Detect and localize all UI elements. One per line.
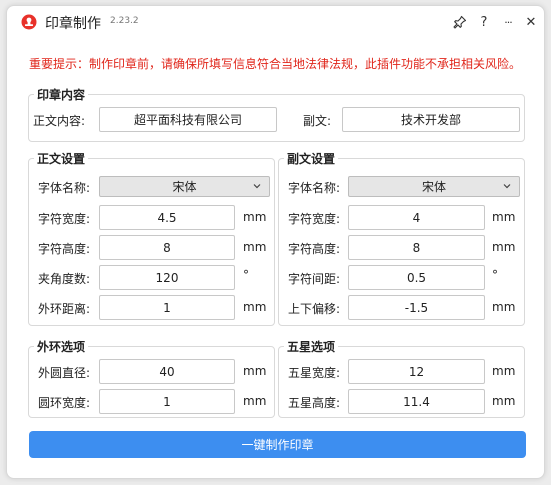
ring-diameter-unit: mm <box>243 364 267 378</box>
main-ring-distance-input[interactable] <box>99 295 235 320</box>
seal-content-title: 印章内容 <box>34 86 89 103</box>
sub-char-width-input[interactable] <box>348 205 485 230</box>
main-ring-distance-unit: mm <box>243 300 267 314</box>
title-bar: 印章制作 2.23.2 ? ··· ✕ <box>7 6 544 38</box>
ring-width-unit: mm <box>243 394 267 408</box>
sub-char-height-input[interactable] <box>348 235 485 260</box>
close-button[interactable]: ✕ <box>521 12 541 32</box>
sub-spacing-unit: ° <box>492 268 498 282</box>
star-options-title: 五星选项 <box>284 338 339 355</box>
ring-options-title: 外环选项 <box>34 338 89 355</box>
sub-offset-input[interactable] <box>348 295 485 320</box>
main-char-height-label: 字符高度: <box>38 242 91 256</box>
main-settings-title: 正文设置 <box>34 150 89 167</box>
sub-font-value: 宋体 <box>421 180 446 194</box>
sub-font-select[interactable]: 宋体 <box>348 176 520 197</box>
main-font-select[interactable]: 宋体 <box>99 176 270 197</box>
window-title: 印章制作 <box>45 16 101 32</box>
star-width-unit: mm <box>492 364 516 378</box>
sub-text-label: 副文: <box>303 114 332 128</box>
main-ring-distance-label: 外环距离: <box>38 302 91 316</box>
make-seal-button[interactable]: 一键制作印章 <box>29 431 526 458</box>
seal-app-icon <box>21 14 37 30</box>
sub-char-height-label: 字符高度: <box>288 242 341 256</box>
star-height-input[interactable] <box>348 389 485 414</box>
main-angle-input[interactable] <box>99 265 235 290</box>
star-width-input[interactable] <box>348 359 485 384</box>
main-char-height-unit: mm <box>243 240 267 254</box>
main-char-width-input[interactable] <box>99 205 235 230</box>
star-width-label: 五星宽度: <box>288 366 341 380</box>
main-font-label: 字体名称: <box>38 181 91 195</box>
star-height-label: 五星高度: <box>288 396 341 410</box>
sub-spacing-label: 字符间距: <box>288 272 341 286</box>
ring-diameter-label: 外圆直径: <box>38 366 91 380</box>
main-char-height-input[interactable] <box>99 235 235 260</box>
sub-char-width-label: 字符宽度: <box>288 212 341 226</box>
main-char-width-label: 字符宽度: <box>38 212 91 226</box>
version-label: 2.23.2 <box>110 16 139 26</box>
ring-width-input[interactable] <box>99 389 235 414</box>
sub-text-input[interactable] <box>342 107 520 132</box>
sub-char-height-unit: mm <box>492 240 516 254</box>
chevron-down-icon <box>503 184 511 189</box>
ring-diameter-input[interactable] <box>99 359 235 384</box>
chevron-down-icon <box>253 184 261 189</box>
sub-spacing-input[interactable] <box>348 265 485 290</box>
sub-offset-label: 上下偏移: <box>288 302 341 316</box>
main-text-label: 正文内容: <box>33 114 86 128</box>
main-font-value: 宋体 <box>172 180 197 194</box>
star-height-unit: mm <box>492 394 516 408</box>
seal-maker-window: 印章制作 2.23.2 ? ··· ✕ 重要提示：制作印章前，请确保所填写信息符… <box>6 5 545 479</box>
sub-char-width-unit: mm <box>492 210 516 224</box>
sub-offset-unit: mm <box>492 300 516 314</box>
main-angle-label: 夹角度数: <box>38 272 91 286</box>
sub-settings-title: 副文设置 <box>284 150 339 167</box>
pin-button[interactable] <box>450 12 470 32</box>
ring-width-label: 圆环宽度: <box>38 396 91 410</box>
main-char-width-unit: mm <box>243 210 267 224</box>
help-button[interactable]: ? <box>474 12 494 32</box>
warning-text: 重要提示：制作印章前，请确保所填写信息符合当地法律法规，此插件功能不承担相关风险… <box>29 57 522 71</box>
main-text-input[interactable] <box>99 107 277 132</box>
more-button[interactable]: ··· <box>498 12 518 32</box>
pin-icon <box>453 15 467 29</box>
sub-font-label: 字体名称: <box>288 181 341 195</box>
main-angle-unit: ° <box>243 268 249 282</box>
